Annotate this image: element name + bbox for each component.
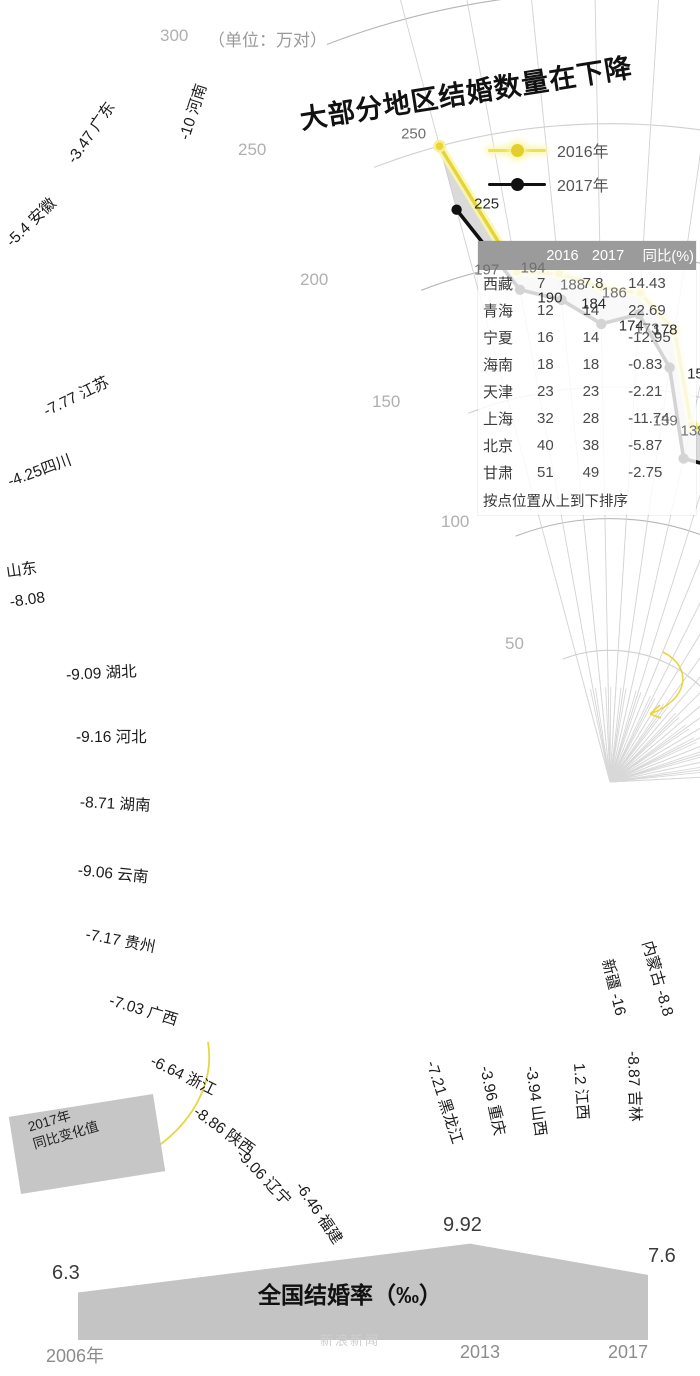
table-cell-province: 海南 [483, 357, 514, 374]
radial-tick-200: 200 [300, 270, 329, 289]
legend-label-2017: 2017年 [557, 178, 609, 195]
table-cell-2017: 38 [582, 437, 600, 454]
watermark: 新浪新闻 [319, 1333, 380, 1348]
table-cell-2017: 49 [582, 464, 600, 481]
legend-item-2016[interactable]: 2016年 [488, 133, 609, 167]
table-footnote: 按点位置从上到下排序 [483, 494, 628, 510]
value-label-2017: 190 [537, 289, 563, 307]
summary-table: 2016 2017 同比(%) 西藏 7 7.8 14.43 青海 12 14 22.69 宁夏… [478, 241, 696, 515]
table-cell-2016: 18 [537, 356, 554, 373]
radial-tick-100: 100 [441, 512, 470, 531]
legend-swatch-2016 [488, 143, 546, 157]
table-cell-2016: 32 [537, 410, 554, 427]
table-cell-province: 北京 [483, 438, 514, 455]
province-label-山东: 山东 [5, 559, 39, 581]
value-label-2017: 174 [618, 317, 644, 335]
table-row: 北京 40 38 -5.87 [478, 432, 696, 459]
province-label-吉林: -8.87 吉林 [624, 1050, 644, 1122]
bottom-value-2017: 7.6 [648, 1244, 676, 1267]
data-point[interactable] [433, 139, 446, 153]
table-cell-province: 上海 [483, 411, 514, 428]
bottom-value-2006: 6.3 [52, 1262, 80, 1285]
table-cell-2016: 23 [537, 383, 554, 400]
province-label-湖北: -9.09 湖北 [65, 663, 138, 684]
province-label-河北: -9.16 河北 [76, 729, 147, 746]
radial-tick-150: 150 [372, 392, 401, 411]
table-cell-2017: 18 [582, 356, 600, 373]
province-label-江西: 1.2 江西 [570, 1062, 591, 1121]
value-label-2016: 138 [680, 422, 700, 440]
province-label-湖南: -8.71 湖南 [79, 794, 151, 815]
radial-tick-250: 250 [238, 140, 267, 159]
table-cell-province: 甘肃 [483, 465, 514, 482]
legend-label-2016: 2016年 [557, 144, 609, 161]
table-cell-2016: 40 [537, 437, 554, 454]
value-label-2016: 194 [520, 259, 546, 277]
legend-item-2017[interactable]: 2017年 [488, 167, 609, 201]
table-cell-2017: 28 [582, 410, 600, 427]
table-cell-2016: 16 [537, 329, 554, 346]
unit-caption: （单位：万对） [208, 31, 327, 50]
table-col-yoy: 同比(%) [626, 241, 696, 270]
value-label-2017: 159 [687, 365, 700, 383]
table-row: 西藏 7 7.8 14.43 [478, 270, 696, 297]
data-point[interactable] [451, 204, 462, 215]
value-label-2017: 184 [581, 295, 607, 313]
value-label-2016: 197 [474, 261, 500, 279]
table-cell-province: 天津 [483, 384, 514, 401]
table-cell-2017: 23 [582, 383, 600, 400]
table-header-row: 2016 2017 同比(%) [478, 241, 696, 270]
infographic-canvas: （单位：万对） 300 250 200 150 100 50 大部分地区结婚数量在下降 2… [0, 0, 700, 1371]
radial-tick-300: 300 [160, 26, 189, 45]
value-label-2017: 178 [652, 321, 678, 339]
table-cell-province: 青海 [483, 303, 514, 320]
value-label-2017: 225 [474, 195, 500, 213]
legend-swatch-2017 [488, 177, 546, 191]
table-row: 海南 18 18 -0.83 [478, 351, 696, 378]
table-cell-yoy: -2.21 [628, 383, 663, 400]
bottom-value-2013: 9.92 [443, 1213, 482, 1236]
value-label-2016: 139 [652, 412, 678, 430]
table-cell-yoy: -2.75 [628, 464, 663, 481]
legend: 2016年 2017年 [488, 133, 609, 201]
table-footnote-row: 按点位置从上到下排序 [478, 486, 696, 515]
table-row: 甘肃 51 49 -2.75 [478, 459, 696, 486]
table-col-2017: 2017 [580, 241, 627, 270]
table-cell-province: 宁夏 [483, 330, 514, 347]
table-cell-yoy: -0.83 [628, 356, 663, 373]
radial-tick-50: 50 [505, 634, 524, 653]
value-label-2016: 188 [560, 276, 586, 294]
table-row: 天津 23 23 -2.21 [478, 378, 696, 405]
table-cell-yoy: 14.43 [628, 275, 666, 292]
table-cell-2016: 51 [537, 464, 554, 481]
value-label-2016: 250 [401, 125, 427, 143]
bottom-chart-title: 全国结婚率（‰） [258, 1282, 442, 1308]
